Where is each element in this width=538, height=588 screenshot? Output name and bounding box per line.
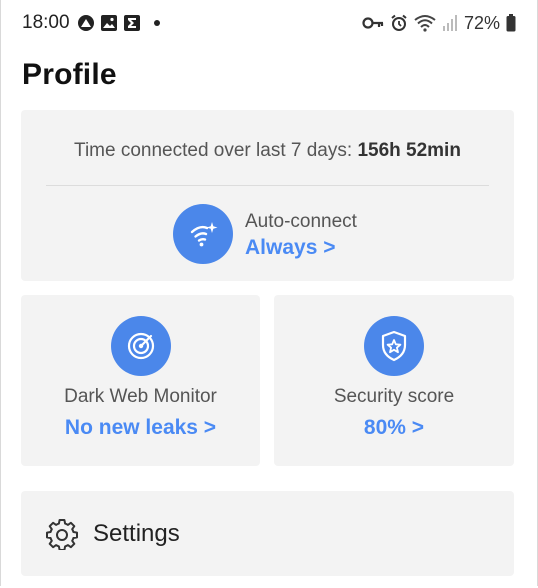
sigma-icon — [124, 15, 140, 31]
settings-label: Settings — [93, 520, 180, 547]
status-bar: 18:00 72% — [0, 0, 538, 46]
time-connected-value: 156h 52min — [357, 140, 461, 161]
radar-icon — [127, 332, 154, 360]
alarm-icon — [391, 14, 407, 31]
auto-connect-label: Auto-connect — [245, 211, 357, 232]
gear-icon — [46, 519, 78, 550]
time-connected-text: Time connected over last 7 days: 156h 52… — [21, 140, 514, 162]
gallery-icon — [101, 15, 117, 31]
security-score-label: Security score — [333, 386, 455, 407]
dot-icon — [154, 20, 160, 26]
security-score-icon-circle — [364, 316, 424, 376]
dark-web-monitor-label: Dark Web Monitor — [64, 386, 217, 407]
settings-row[interactable]: Settings — [21, 491, 514, 576]
signal-icon — [442, 15, 457, 31]
app-icon — [78, 15, 94, 31]
battery-percent: 72% — [463, 12, 500, 33]
connection-card: Time connected over last 7 days: 156h 52… — [21, 110, 514, 281]
shield-star-icon — [381, 330, 407, 362]
status-left-icons — [77, 12, 160, 34]
wifi-icon — [414, 15, 436, 32]
security-score-card[interactable]: Security score 80% > — [274, 295, 514, 466]
dark-web-monitor-link[interactable]: No new leaks > — [21, 416, 260, 440]
page-title: Profile — [22, 58, 117, 91]
auto-connect-link[interactable]: Always > — [245, 236, 335, 260]
status-time: 18:00 — [22, 12, 70, 33]
time-connected-label: Time connected over last 7 days: — [74, 140, 353, 161]
divider — [46, 185, 489, 186]
dark-web-monitor-card[interactable]: Dark Web Monitor No new leaks > — [21, 295, 260, 466]
security-score-link[interactable]: 80% > — [274, 416, 514, 440]
dark-web-monitor-icon-circle — [110, 316, 171, 376]
battery-icon — [506, 14, 516, 32]
status-right-icons: 72% — [362, 11, 516, 35]
wifi-sparkle-icon — [190, 222, 218, 247]
key-icon — [362, 17, 384, 29]
auto-connect-icon-circle[interactable] — [173, 204, 233, 264]
